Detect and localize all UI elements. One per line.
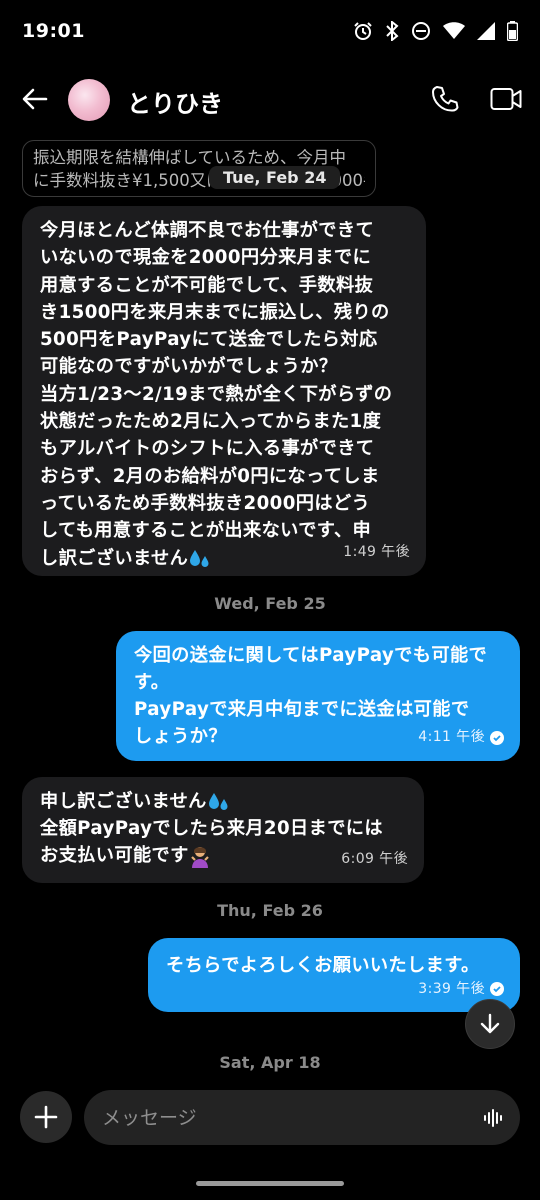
message-meta: 4:11 午後 xyxy=(418,724,504,751)
status-bar: 19:01 xyxy=(0,0,540,62)
wifi-icon xyxy=(443,22,465,39)
message-line: す。 xyxy=(134,672,170,693)
signal-icon xyxy=(477,22,495,40)
read-receipt-icon xyxy=(490,982,504,996)
message-meta: 1:49 午後 xyxy=(343,539,410,566)
arrow-down-icon xyxy=(480,1013,500,1034)
sweat-droplets-emoji xyxy=(208,793,228,810)
message-composer xyxy=(84,1090,520,1145)
message-line: き1500円を来月末までに振込し、残りの xyxy=(40,301,390,323)
plus-icon xyxy=(34,1105,58,1129)
message-line: おらず、2月のお給料が0円になってしま xyxy=(40,465,380,487)
message-bubble-incoming[interactable]: 今月ほとんど体調不良でお仕事ができて いないので現金を2000円分来月までに 用… xyxy=(22,206,426,576)
date-pill: Tue, Feb 24 xyxy=(209,166,341,189)
message-line: 今月ほとんど体調不良でお仕事ができて xyxy=(40,220,375,241)
avatar[interactable] xyxy=(68,79,110,121)
message-input[interactable] xyxy=(102,1090,462,1145)
message-bubble-incoming[interactable]: 申し訳ございません 全額PayPayでしたら来月20日までには お支払い可能です… xyxy=(22,777,424,883)
waveform-icon[interactable] xyxy=(482,1107,504,1129)
message-line: 全額PayPayでしたら来月20日までには xyxy=(40,818,383,839)
message-time: 6:09 午後 xyxy=(341,851,408,867)
back-button[interactable] xyxy=(20,84,50,114)
message-meta: 6:09 午後 xyxy=(341,846,408,873)
message-line: 用意することが不可能でして、手数料抜 xyxy=(40,274,374,296)
person-bowing-emoji xyxy=(190,847,209,868)
message-text: 申し訳ございません xyxy=(40,791,207,812)
message-line: いないので現金を2000円分来月までに xyxy=(40,247,372,269)
date-separator: Wed, Feb 25 xyxy=(214,594,326,613)
message-line: PayPayで来月中旬までに送金は可能で xyxy=(134,699,470,720)
alarm-icon xyxy=(354,22,372,40)
date-separator: Sat, Apr 18 xyxy=(219,1053,321,1072)
home-indicator[interactable] xyxy=(196,1181,344,1186)
phone-icon[interactable] xyxy=(430,84,460,114)
status-icons xyxy=(353,20,518,42)
message-time: 3:39 午後 xyxy=(418,981,485,997)
video-icon[interactable] xyxy=(490,86,522,112)
message-line: っているため手数料抜き2000円はどう xyxy=(40,492,371,514)
add-attachment-button[interactable] xyxy=(20,1091,72,1143)
bluetooth-icon xyxy=(386,21,399,41)
message-line: 500円をPayPayにて送金でしたら対応 xyxy=(40,329,378,351)
read-receipt-icon xyxy=(490,730,504,745)
sweat-droplets-emoji xyxy=(190,549,209,567)
message-text: し訳ございません xyxy=(40,547,189,569)
message-line: 可能なのですがいかがでしょうか？ xyxy=(40,356,338,378)
message-line: 状態だったため2月に入ってからまた1度 xyxy=(40,411,382,433)
message-bubble-outgoing[interactable]: 今回の送金に関してはPayPayでも可能で す。 PayPayで来月中旬までに送… xyxy=(116,631,520,761)
date-separator: Thu, Feb 26 xyxy=(217,901,323,920)
chat-header: とりひき xyxy=(0,62,540,134)
battery-icon xyxy=(507,21,518,41)
message-line: 申し訳ございません xyxy=(40,788,406,815)
message-time: 4:11 午後 xyxy=(418,729,485,745)
status-time: 19:01 xyxy=(22,20,85,42)
message-line: 当方1/23〜2/19まで熱が全く下がらずの xyxy=(40,383,393,405)
message-time: 1:49 午後 xyxy=(343,543,410,560)
message-text: お支払い可能です xyxy=(40,845,189,866)
scroll-to-bottom-button[interactable] xyxy=(465,999,515,1049)
dnd-icon xyxy=(412,22,430,40)
message-bubble-outgoing[interactable]: そちらでよろしくお願いいたします。 3:39 午後 xyxy=(148,938,520,1012)
message-line: 今回の送金に関してはPayPayでも可能で xyxy=(134,645,488,666)
contact-name[interactable]: とりひき xyxy=(127,84,223,119)
message-line: もアルバイトのシフトに入る事ができて xyxy=(40,438,375,460)
